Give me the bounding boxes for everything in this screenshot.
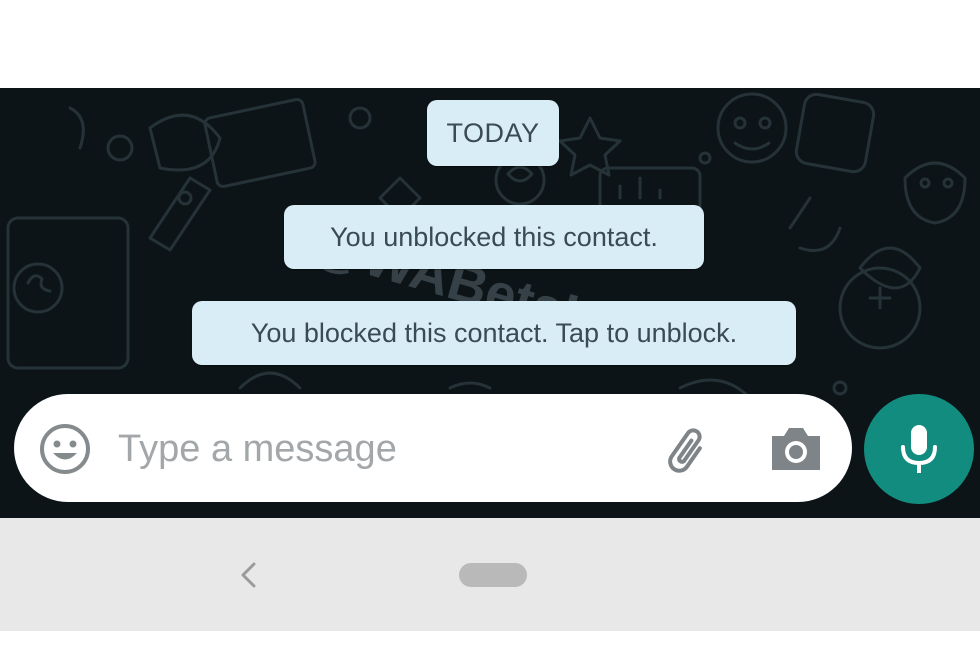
paperclip-icon[interactable] bbox=[660, 420, 720, 480]
microphone-button[interactable] bbox=[864, 394, 974, 504]
chevron-left-icon[interactable] bbox=[232, 558, 266, 592]
camera-icon[interactable] bbox=[768, 422, 824, 474]
top-blank-area bbox=[0, 0, 980, 88]
microphone-icon bbox=[901, 425, 937, 473]
chat-area[interactable]: @WABetaInfo TODAY You unblocked this con… bbox=[0, 88, 980, 518]
system-navigation-bar bbox=[0, 518, 980, 631]
date-divider: TODAY bbox=[427, 100, 559, 166]
emoji-icon[interactable] bbox=[38, 422, 92, 476]
message-input[interactable] bbox=[116, 416, 640, 482]
home-pill-icon[interactable] bbox=[459, 563, 527, 587]
bottom-blank-area bbox=[0, 631, 980, 653]
message-composer bbox=[14, 394, 852, 502]
system-message-blocked[interactable]: You blocked this contact. Tap to unblock… bbox=[192, 301, 796, 365]
system-message-unblocked: You unblocked this contact. bbox=[284, 205, 704, 269]
